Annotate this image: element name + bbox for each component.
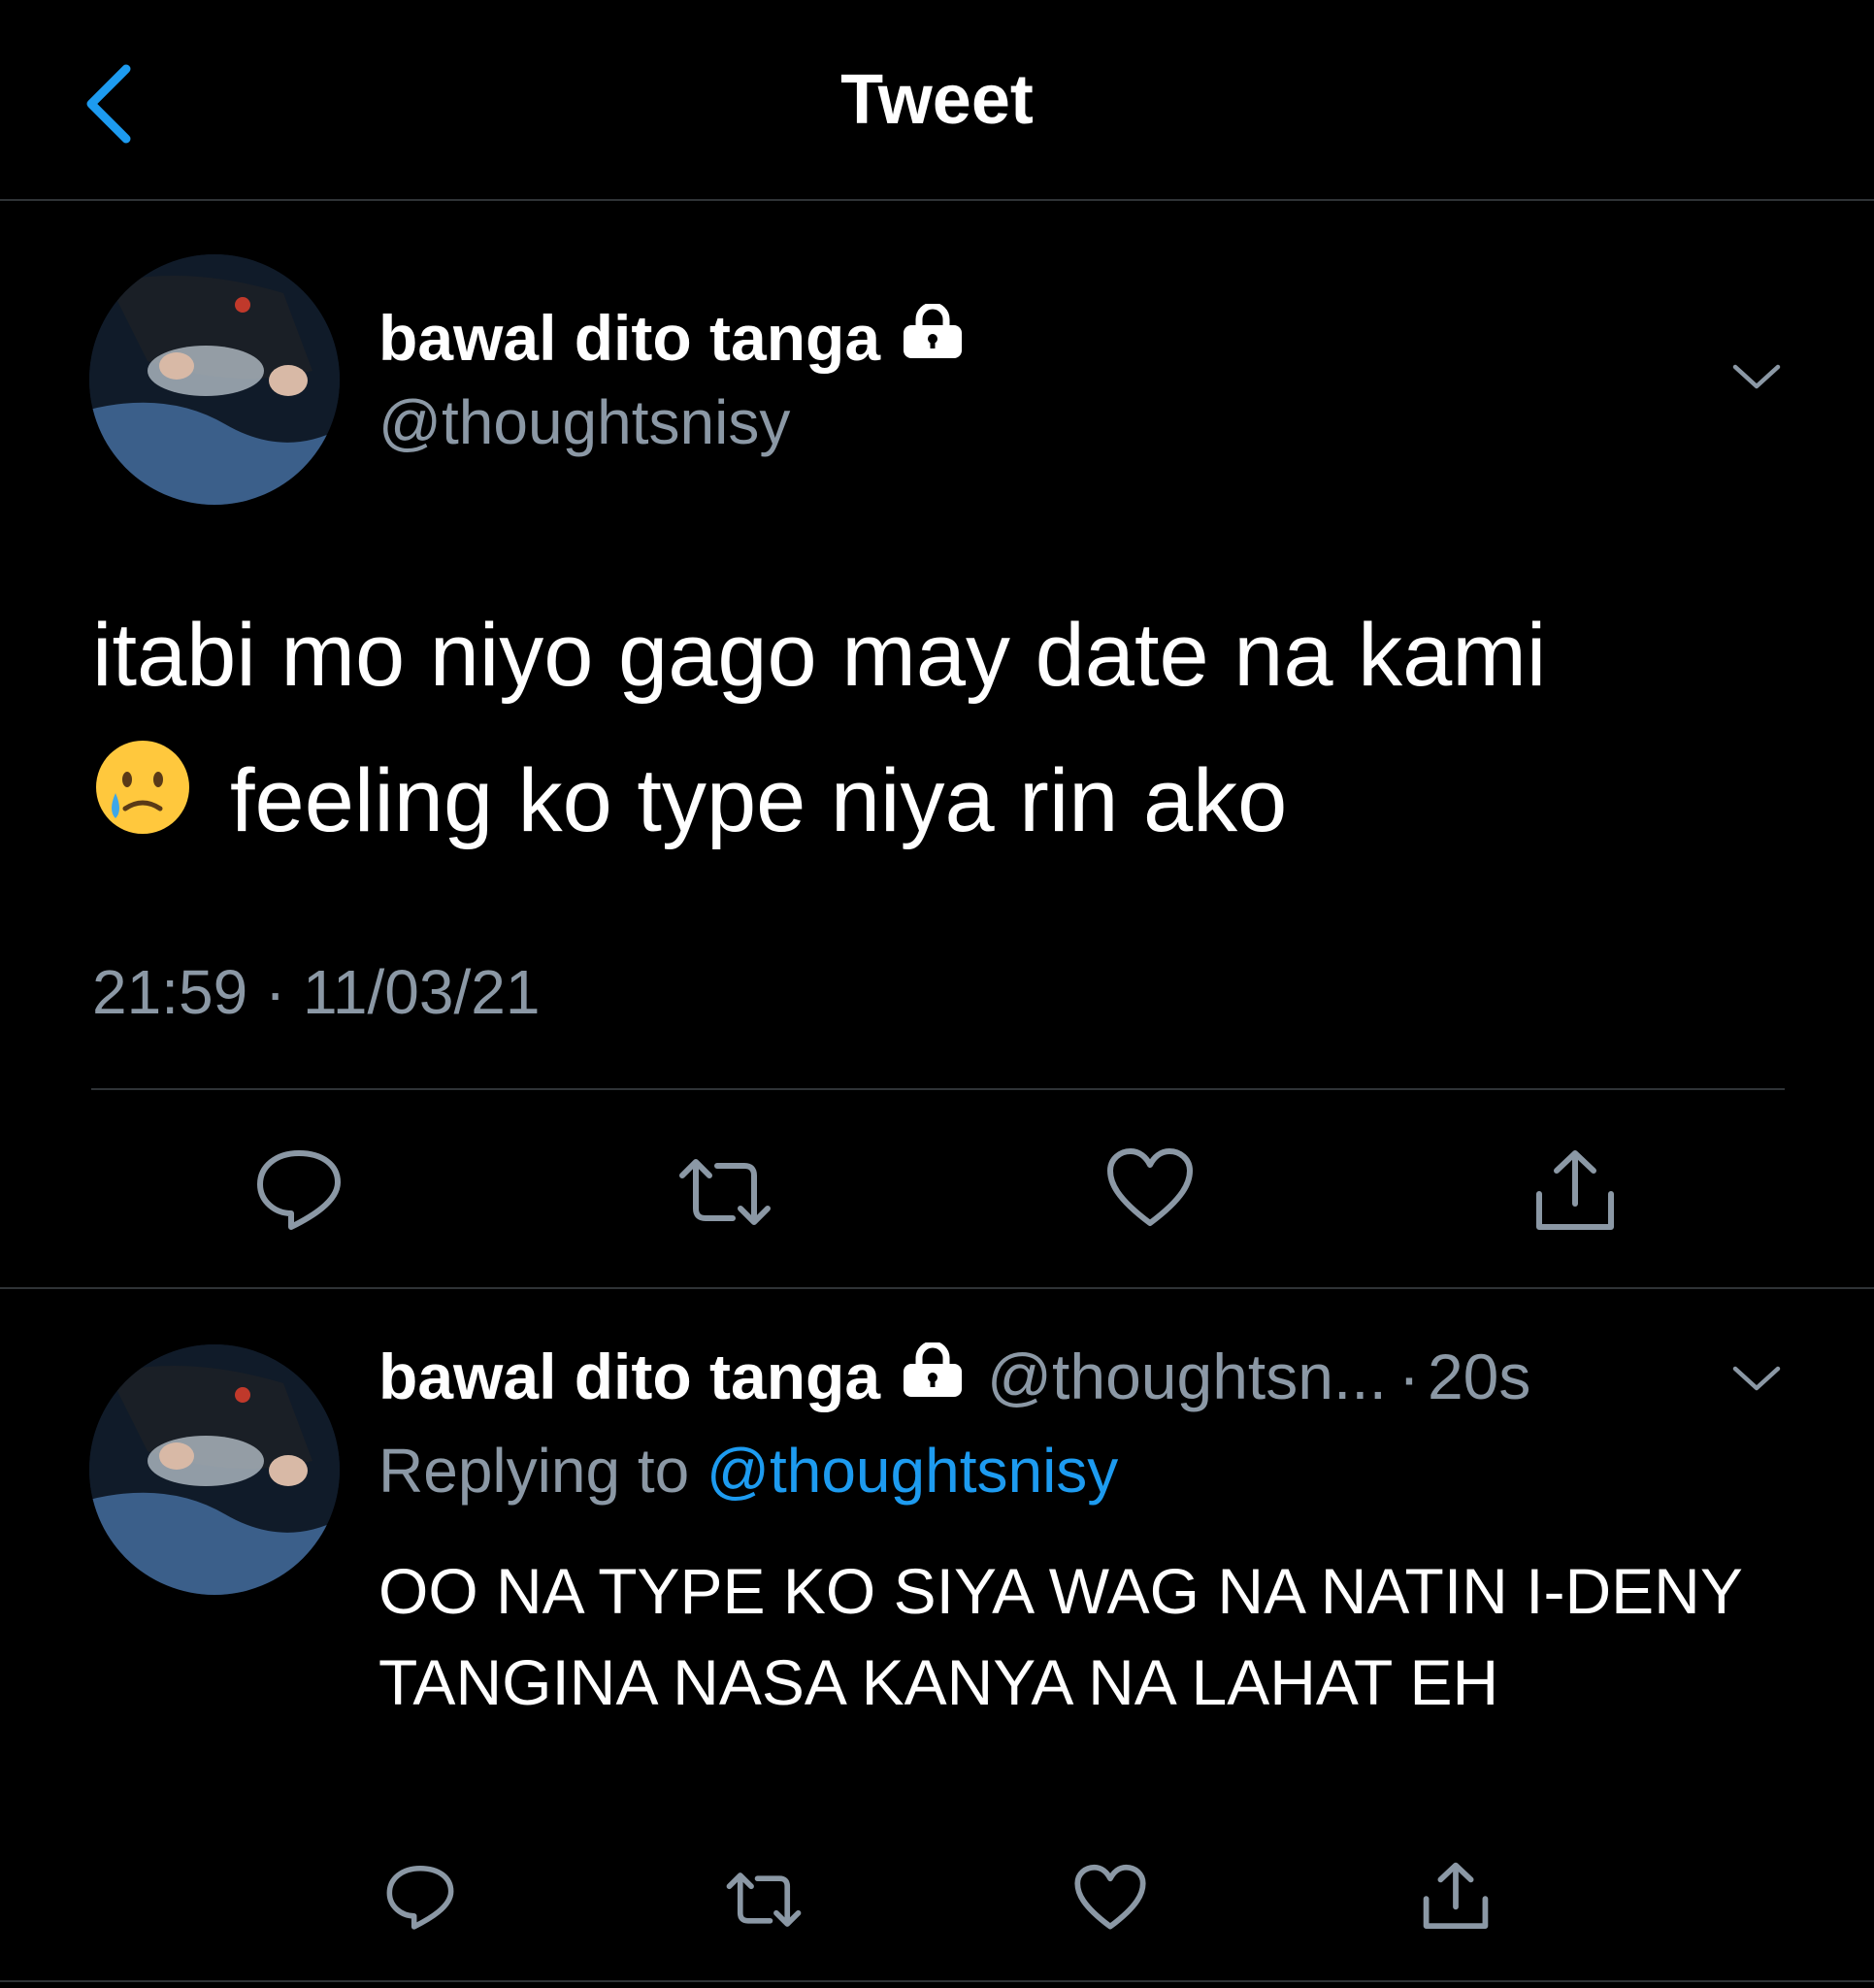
like-icon xyxy=(1074,1864,1146,1930)
chevron-down-icon[interactable] xyxy=(1729,359,1784,399)
share-icon xyxy=(1536,1150,1614,1230)
divider xyxy=(0,1980,1874,1982)
share-button[interactable] xyxy=(1531,1145,1619,1238)
lock-icon xyxy=(900,1340,966,1413)
reply-header: bawal dito tanga @thoughtsn... · 20s xyxy=(378,1340,1530,1413)
reply-tweet-text: OO NA TYPE KO SIYA WAG NA NATIN I-DENY T… xyxy=(378,1555,1742,1718)
divider xyxy=(0,1287,1874,1289)
like-icon xyxy=(1107,1148,1193,1226)
reply-avatar[interactable] xyxy=(89,1344,340,1595)
divider xyxy=(91,1088,1785,1090)
display-name[interactable]: bawal dito tanga xyxy=(378,301,966,375)
separator-dot: · xyxy=(1397,1341,1420,1412)
page-title: Tweet xyxy=(840,61,1034,139)
lock-icon xyxy=(900,301,966,375)
share-button[interactable] xyxy=(1420,1859,1492,1936)
reply-user-handle[interactable]: @thoughtsn... xyxy=(987,1340,1387,1413)
reply-display-name[interactable]: bawal dito tanga xyxy=(378,1340,880,1413)
tweet-timestamp: 21:59 · 11/03/21 xyxy=(92,957,541,1027)
replying-to-link[interactable]: @thoughtsnisy xyxy=(707,1436,1118,1506)
reply-icon xyxy=(257,1150,341,1230)
retweet-button[interactable] xyxy=(723,1866,805,1938)
like-button[interactable] xyxy=(1074,1864,1146,1937)
user-handle[interactable]: @thoughtsnisy xyxy=(378,386,790,458)
like-button[interactable] xyxy=(1106,1147,1194,1234)
retweet-button[interactable] xyxy=(674,1150,775,1239)
tweet-text: itabi mo niyo gago may date na kami feel… xyxy=(92,582,1820,880)
reply-timestamp: 20s xyxy=(1427,1341,1531,1412)
share-icon xyxy=(1423,1862,1489,1929)
chevron-down-icon[interactable] xyxy=(1729,1361,1784,1401)
reply-button[interactable] xyxy=(383,1862,457,1937)
retweet-icon xyxy=(726,1872,802,1927)
reply-icon xyxy=(386,1865,454,1930)
retweet-icon xyxy=(679,1159,771,1225)
avatar[interactable] xyxy=(89,254,340,505)
reply-button[interactable] xyxy=(252,1145,345,1238)
replying-to: Replying to @thoughtsnisy xyxy=(378,1436,1119,1506)
crying-face-emoji xyxy=(92,735,193,880)
